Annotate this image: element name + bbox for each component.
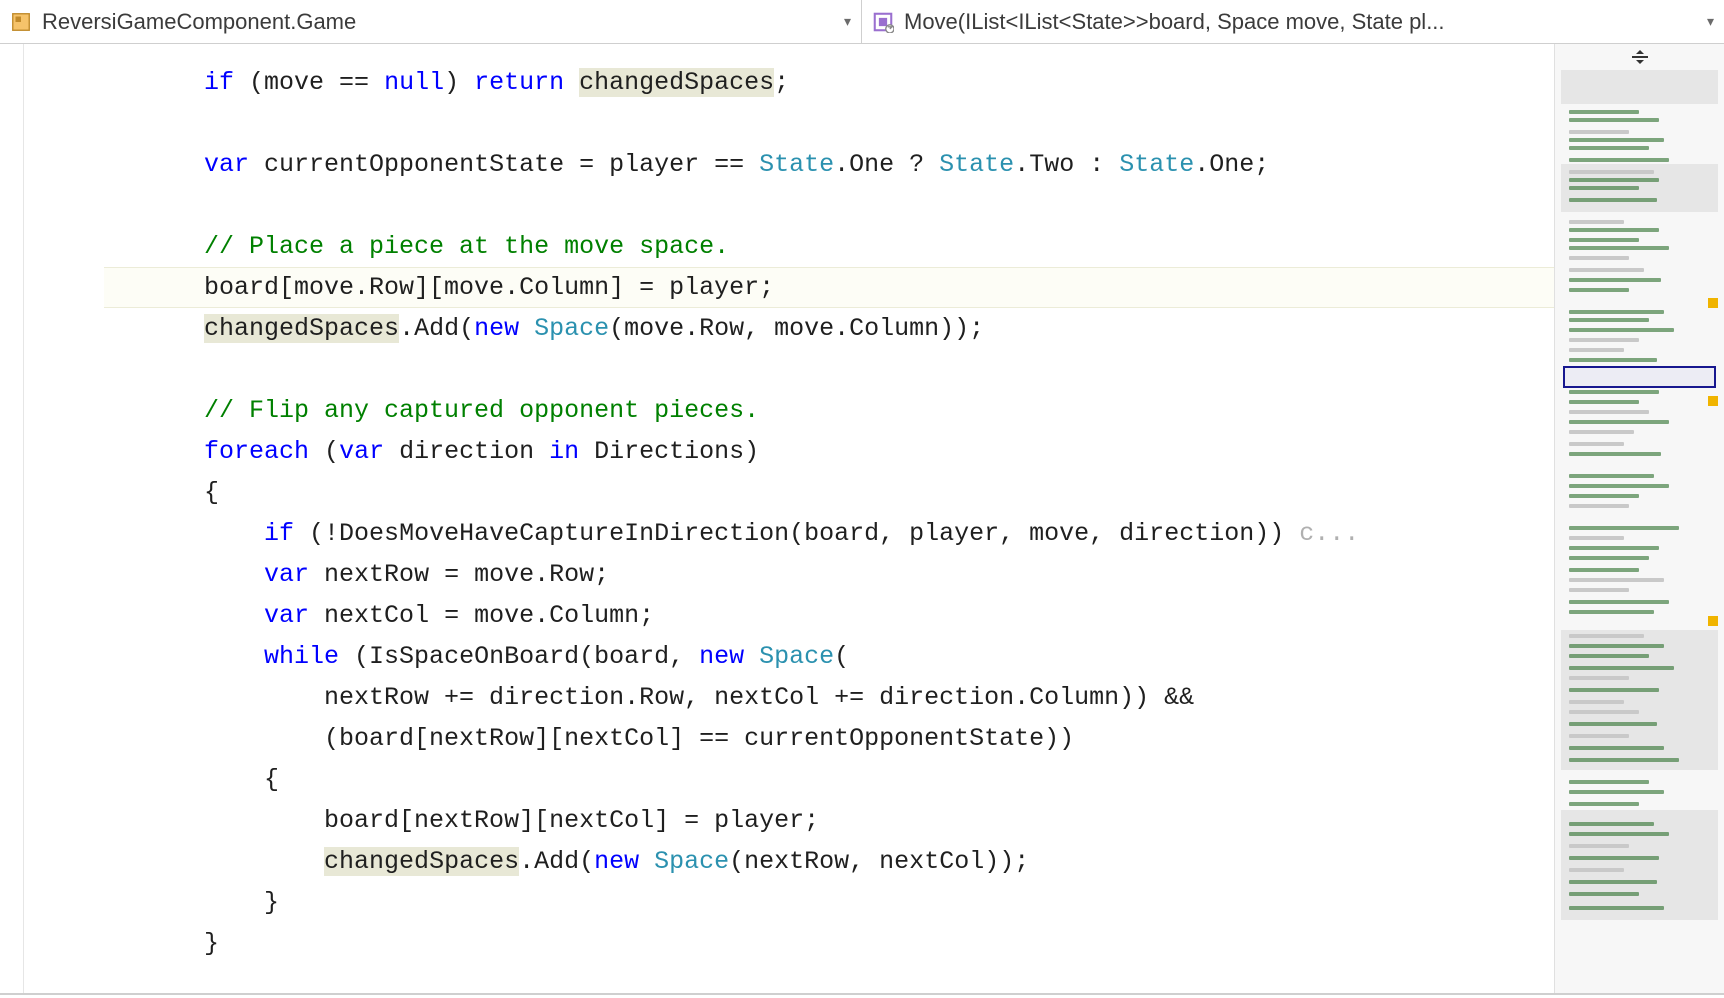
member-dropdown-label: Move(IList<IList<State>>board, Space mov… — [904, 9, 1699, 35]
code-text[interactable]: if (move == null) return changedSpaces; … — [104, 44, 1554, 964]
bottom-border — [0, 994, 1724, 998]
navigation-bar: ReversiGameComponent.Game ▾ Move(IList<I… — [0, 0, 1724, 44]
chevron-down-icon: ▾ — [1707, 13, 1714, 30]
split-handle-icon[interactable] — [1561, 44, 1718, 70]
outline-margin[interactable] — [24, 44, 104, 993]
class-dropdown[interactable]: ReversiGameComponent.Game ▾ — [0, 0, 862, 43]
editor-area: if (move == null) return changedSpaces; … — [0, 44, 1724, 994]
code-pane[interactable]: if (move == null) return changedSpaces; … — [104, 44, 1554, 993]
chevron-down-icon: ▾ — [844, 13, 851, 30]
change-marker — [1708, 616, 1718, 626]
change-marker — [1708, 396, 1718, 406]
minimap-scrollbar[interactable] — [1554, 44, 1724, 993]
method-icon — [872, 11, 894, 33]
member-dropdown[interactable]: Move(IList<IList<State>>board, Space mov… — [862, 0, 1724, 43]
class-icon — [10, 11, 32, 33]
minimap-viewport[interactable] — [1563, 366, 1716, 388]
change-marker — [1708, 298, 1718, 308]
indicator-margin[interactable] — [0, 44, 24, 993]
minimap-body[interactable] — [1561, 70, 1718, 993]
class-dropdown-label: ReversiGameComponent.Game — [42, 9, 836, 35]
